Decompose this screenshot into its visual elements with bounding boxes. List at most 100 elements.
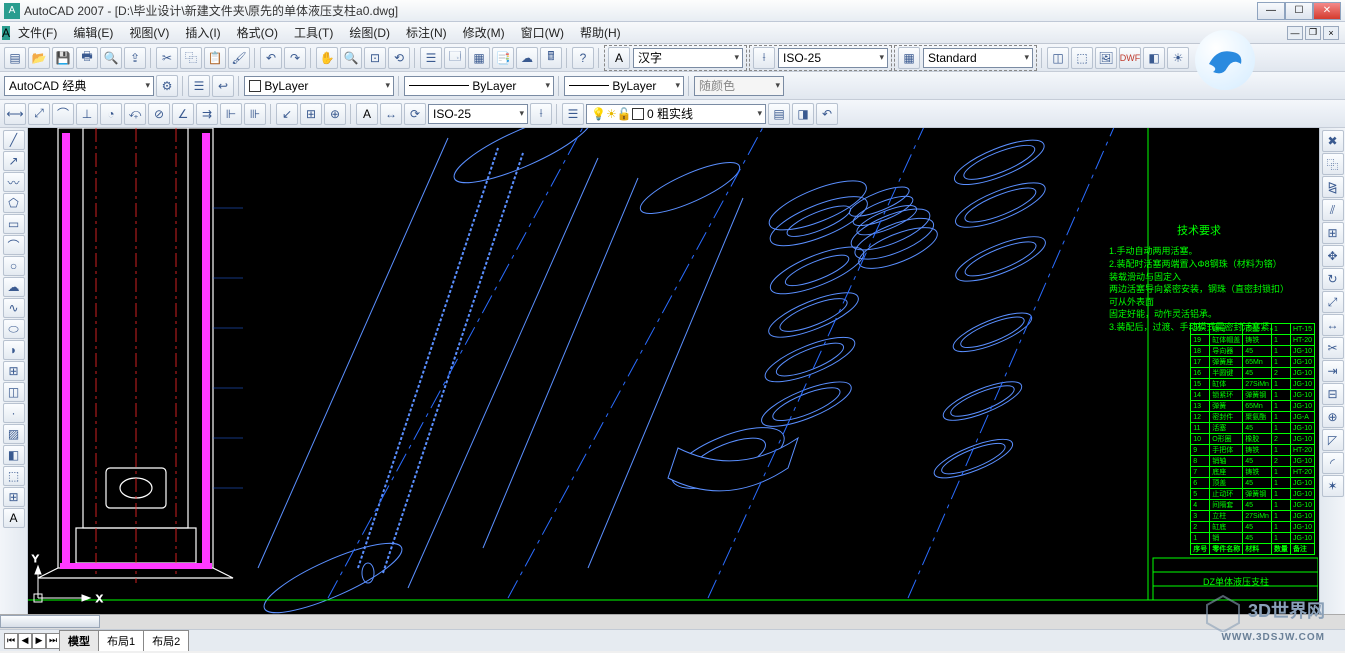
dimstyle-manager-icon[interactable]: ⟊ (530, 103, 552, 125)
revcloud-icon[interactable]: ☁ (3, 277, 25, 297)
layer-states-icon[interactable]: ▤ (768, 103, 790, 125)
plotstyle-combo[interactable]: 随颜色 (694, 76, 784, 96)
dimlinear-icon[interactable]: ⟷ (4, 103, 26, 125)
chamfer-icon[interactable]: ◸ (1322, 429, 1344, 451)
hatch-icon[interactable]: ▨ (3, 424, 25, 444)
mdi-close[interactable]: × (1323, 26, 1339, 40)
centermark-icon[interactable]: ⊕ (324, 103, 346, 125)
polygon-icon[interactable]: ⬠ (3, 193, 25, 213)
tab-last-icon[interactable]: ⏭ (46, 633, 60, 649)
dimdia-icon[interactable]: ⊘ (148, 103, 170, 125)
open-icon[interactable]: 📂 (28, 47, 50, 69)
minimize-button[interactable]: — (1257, 2, 1285, 20)
close-button[interactable]: ✕ (1313, 2, 1341, 20)
menu-view[interactable]: 视图(V) (121, 21, 177, 44)
dimedit-icon[interactable]: A (356, 103, 378, 125)
sheetset-icon[interactable]: 📑 (492, 47, 514, 69)
hscroll[interactable] (0, 614, 1345, 629)
gradient2-icon[interactable]: ◧ (3, 445, 25, 465)
layer-manager-icon[interactable]: ☰ (562, 103, 584, 125)
rotate-icon[interactable]: ↻ (1322, 268, 1344, 290)
fillet-icon[interactable]: ◜ (1322, 452, 1344, 474)
offset-icon[interactable]: ⫽ (1322, 199, 1344, 221)
layer-prev-icon[interactable]: ↶ (816, 103, 838, 125)
scale-icon[interactable]: ⤢ (1322, 291, 1344, 313)
tablestyle-combo[interactable]: Standard (923, 48, 1033, 68)
array-icon[interactable]: ⊞ (1322, 222, 1344, 244)
menu-dim[interactable]: 标注(N) (398, 21, 455, 44)
zoomrt-icon[interactable]: 🔍 (340, 47, 362, 69)
xline-icon[interactable]: ↗ (3, 151, 25, 171)
explode-icon[interactable]: ✶ (1322, 475, 1344, 497)
mirror-icon[interactable]: ⧎ (1322, 176, 1344, 198)
dimjog-icon[interactable]: ⤽ (124, 103, 146, 125)
menu-edit[interactable]: 编辑(E) (65, 21, 121, 44)
tab-prev-icon[interactable]: ◀ (18, 633, 32, 649)
layermgr-icon[interactable]: ☰ (188, 75, 210, 97)
mdi-minimize[interactable]: — (1287, 26, 1303, 40)
markup-icon[interactable]: ☁ (516, 47, 538, 69)
undo-icon[interactable]: ↶ (260, 47, 282, 69)
hscroll-thumb[interactable] (0, 615, 100, 628)
image-icon[interactable]: 🖼 (1095, 47, 1117, 69)
insert-icon[interactable]: ⊞ (3, 361, 25, 381)
mtext-icon[interactable]: A (3, 508, 25, 528)
arc-icon[interactable]: ⌒ (3, 235, 25, 255)
ellipse-icon[interactable]: ⬭ (3, 319, 25, 339)
paste-icon[interactable]: 📋 (204, 47, 226, 69)
tab-model[interactable]: 模型 (59, 630, 99, 651)
dimstyle-combo[interactable]: ISO-25 (778, 48, 888, 68)
block-icon[interactable]: ◫ (1047, 47, 1069, 69)
menu-draw[interactable]: 绘图(D) (341, 21, 398, 44)
dimord-icon[interactable]: ⊥ (76, 103, 98, 125)
textstyle-icon[interactable]: A (608, 47, 630, 69)
menu-file[interactable]: 文件(F) (10, 21, 65, 44)
rectangle-icon[interactable]: ▭ (3, 214, 25, 234)
move-icon[interactable]: ✥ (1322, 245, 1344, 267)
help-icon[interactable]: ? (572, 47, 594, 69)
tab-next-icon[interactable]: ▶ (32, 633, 46, 649)
extend-icon[interactable]: ⇥ (1322, 360, 1344, 382)
line-icon[interactable]: ╱ (3, 130, 25, 150)
dimtedit-icon[interactable]: ↔ (380, 103, 402, 125)
textstyle-combo[interactable]: 汉字 (633, 48, 743, 68)
point-icon[interactable]: · (3, 403, 25, 423)
gradient-icon[interactable]: ◧ (1143, 47, 1165, 69)
dimstyle2-combo[interactable]: ISO-25 (428, 104, 528, 124)
dimcont-icon[interactable]: ⊪ (244, 103, 266, 125)
ellipsearc-icon[interactable]: ◗ (3, 340, 25, 360)
menu-window[interactable]: 窗口(W) (513, 21, 572, 44)
table-icon[interactable]: ⊞ (3, 487, 25, 507)
tablestyle-icon[interactable]: ▦ (898, 47, 920, 69)
tab-first-icon[interactable]: ⏮ (4, 633, 18, 649)
toolpalette-icon[interactable]: ▦ (468, 47, 490, 69)
zoomprev-icon[interactable]: ⟲ (388, 47, 410, 69)
copy-icon[interactable]: ⿻ (180, 47, 202, 69)
dimbase-icon[interactable]: ⊩ (220, 103, 242, 125)
erase-icon[interactable]: ✖ (1322, 130, 1344, 152)
dimaligned-icon[interactable]: ⤢ (28, 103, 50, 125)
dimrad-icon[interactable]: ◔ (100, 103, 122, 125)
tab-layout2[interactable]: 布局2 (143, 630, 189, 651)
publish-icon[interactable]: ⇪ (124, 47, 146, 69)
xref-icon[interactable]: ⬚ (1071, 47, 1093, 69)
pline-icon[interactable]: 〰 (3, 172, 25, 192)
lineweight-combo[interactable]: ByLayer (564, 76, 684, 96)
designcenter-icon[interactable]: 🗔 (444, 47, 466, 69)
menu-insert[interactable]: 插入(I) (177, 21, 228, 44)
render-icon[interactable]: ☀ (1167, 47, 1189, 69)
copy2-icon[interactable]: ⿻ (1322, 153, 1344, 175)
tolerance-icon[interactable]: ⊞ (300, 103, 322, 125)
color-combo[interactable]: ByLayer (244, 76, 394, 96)
leader-icon[interactable]: ↙ (276, 103, 298, 125)
print-icon[interactable]: 🖶 (76, 47, 98, 69)
menu-format[interactable]: 格式(O) (229, 21, 286, 44)
dimstyle-icon[interactable]: ⟊ (753, 47, 775, 69)
matchprop-icon[interactable]: 🖌 (228, 47, 250, 69)
qdim-icon[interactable]: ⇉ (196, 103, 218, 125)
circle-icon[interactable]: ○ (3, 256, 25, 276)
layer-combo[interactable]: 💡 ☀ 🔓 0 粗实线 (586, 104, 766, 124)
pan-icon[interactable]: ✋ (316, 47, 338, 69)
trim-icon[interactable]: ✂ (1322, 337, 1344, 359)
join-icon[interactable]: ⊕ (1322, 406, 1344, 428)
